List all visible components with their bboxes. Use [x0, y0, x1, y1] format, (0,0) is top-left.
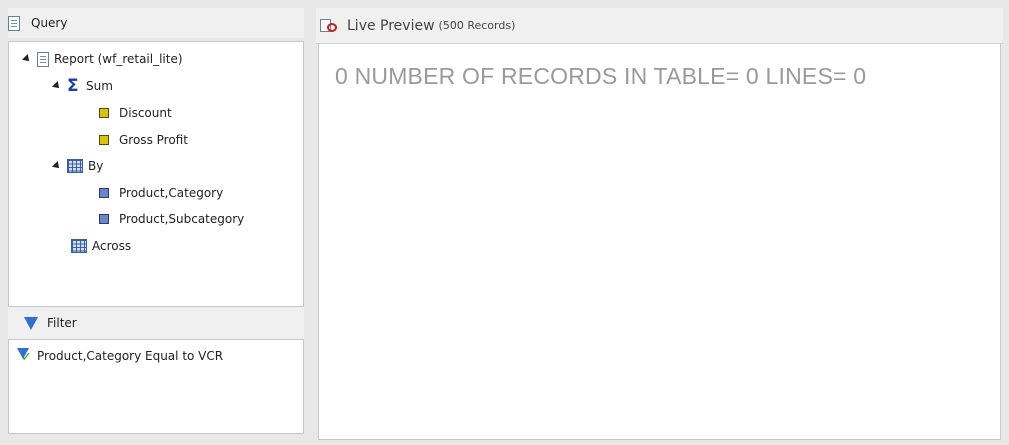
tree-node-product-subcategory[interactable]: Product,Subcategory	[99, 209, 244, 229]
dimension-field-icon	[99, 214, 109, 224]
preview-record-count: (500 Records)	[438, 19, 516, 32]
filter-panel-header: Filter	[8, 307, 304, 339]
tree-node-product-category[interactable]: Product,Category	[99, 183, 223, 203]
filter-item-label: Product,Category Equal to VCR	[37, 349, 224, 363]
query-tree[interactable]: Report (wf_retail_lite) Σ Sum Discount G…	[8, 41, 304, 307]
field-label: Product,Category	[119, 186, 224, 200]
sigma-icon: Σ	[67, 75, 79, 96]
preview-area: 0 NUMBER OF RECORDS IN TABLE= 0 LINES= 0	[318, 44, 1001, 440]
tree-node-report[interactable]: Report (wf_retail_lite)	[22, 49, 183, 69]
expand-triangle-icon[interactable]	[52, 81, 62, 91]
query-panel-title: Query	[31, 16, 68, 30]
tree-node-discount[interactable]: Discount	[99, 103, 172, 123]
records-message: 0 NUMBER OF RECORDS IN TABLE= 0 LINES= 0	[335, 63, 867, 89]
tree-node-sum[interactable]: Σ Sum	[52, 75, 113, 96]
field-label: Product,Subcategory	[119, 212, 245, 226]
query-document-icon	[8, 15, 20, 31]
expand-triangle-icon[interactable]	[22, 54, 32, 64]
expand-triangle-icon[interactable]	[52, 161, 62, 171]
report-label: Report (wf_retail_lite)	[54, 52, 183, 66]
funnel-icon	[24, 316, 38, 330]
tree-node-across[interactable]: Across	[71, 236, 131, 256]
filter-item[interactable]: ✓ Product,Category Equal to VCR	[17, 346, 223, 366]
filter-panel-title: Filter	[47, 316, 77, 330]
filter-list[interactable]: ✓ Product,Category Equal to VCR	[8, 339, 304, 434]
measure-field-icon	[99, 108, 109, 118]
tree-node-gross-profit[interactable]: Gross Profit	[99, 130, 188, 150]
filter-check-icon: ✓	[17, 348, 35, 365]
query-panel-header: Query	[8, 8, 304, 38]
preview-panel-header: Live Preview (500 Records)	[316, 8, 1003, 44]
grid-icon	[71, 239, 87, 253]
tree-node-by[interactable]: By	[52, 156, 104, 176]
grid-icon	[67, 159, 83, 173]
field-label: Discount	[119, 106, 172, 120]
report-document-icon	[37, 51, 49, 67]
dimension-field-icon	[99, 188, 109, 198]
live-preview-icon	[320, 18, 338, 34]
across-label: Across	[92, 239, 132, 253]
measure-field-icon	[99, 135, 109, 145]
sum-label: Sum	[86, 79, 113, 93]
by-label: By	[88, 159, 104, 173]
field-label: Gross Profit	[119, 133, 188, 147]
preview-panel-title: Live Preview	[347, 17, 435, 34]
